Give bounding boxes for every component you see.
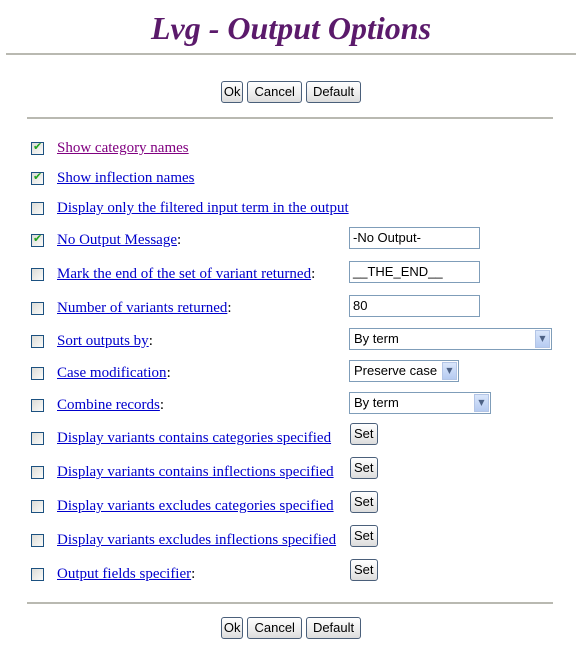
contains-inflections-link[interactable]: Display variants contains inflections sp…: [57, 464, 334, 480]
combine-records-value: By term: [354, 395, 399, 410]
case-modification-select[interactable]: Preserve case ▼: [349, 360, 459, 382]
excludes-inflections-link[interactable]: Display variants excludes inflections sp…: [57, 532, 336, 548]
contains-inflections-checkbox[interactable]: [31, 466, 44, 479]
option-combine-records: Combine records: By term ▼: [0, 392, 582, 418]
contains-categories-set-button[interactable]: Set: [350, 423, 378, 445]
case-modification-value: Preserve case: [354, 363, 438, 378]
option-show-inflection-names: ✔ Show inflection names: [0, 167, 582, 191]
label-colon: :: [166, 365, 171, 381]
check-icon: ✔: [33, 170, 43, 183]
chevron-down-icon[interactable]: ▼: [535, 330, 550, 348]
label-colon: :: [159, 397, 165, 413]
mark-end-checkbox[interactable]: [31, 268, 44, 281]
show-category-names-link[interactable]: Show category names: [57, 140, 189, 156]
number-of-variants-checkbox[interactable]: [31, 302, 44, 315]
mark-end-input[interactable]: __THE_END__: [349, 261, 480, 283]
label-colon: :: [148, 333, 153, 349]
label-colon: :: [227, 300, 232, 316]
combine-records-select[interactable]: By term ▼: [349, 392, 491, 414]
number-of-variants-input[interactable]: 80: [349, 295, 480, 317]
output-fields-set-button[interactable]: Set: [350, 559, 378, 581]
sort-outputs-value: By term: [354, 331, 399, 346]
cancel-button[interactable]: Cancel: [247, 617, 302, 639]
button-row-top: Ok Cancel Default: [0, 81, 582, 103]
option-excludes-inflections: Display variants excludes inflections sp…: [0, 525, 582, 553]
divider-bottom: [27, 602, 553, 604]
excludes-categories-link[interactable]: Display variants excludes categories spe…: [57, 498, 334, 514]
option-case-modification: Case modification: Preserve case ▼: [0, 360, 582, 386]
number-of-variants-link[interactable]: Number of variants returned: [57, 300, 227, 316]
output-fields-link[interactable]: Output fields specifier: [57, 566, 191, 582]
option-show-category-names: ✔ Show category names: [0, 137, 582, 161]
divider-middle: [27, 117, 553, 119]
ok-button[interactable]: Ok: [220, 617, 244, 639]
label-colon: :: [177, 232, 182, 248]
default-button[interactable]: Default: [305, 81, 362, 103]
show-inflection-names-link[interactable]: Show inflection names: [57, 170, 194, 186]
option-sort-outputs: Sort outputs by: By term ▼: [0, 328, 582, 354]
label-colon: :: [191, 566, 196, 582]
show-inflection-names-checkbox[interactable]: ✔: [31, 170, 44, 185]
case-modification-link[interactable]: Case modification: [57, 365, 167, 381]
sort-outputs-checkbox[interactable]: [31, 335, 44, 348]
ok-button[interactable]: Ok: [220, 81, 244, 103]
excludes-inflections-set-button[interactable]: Set: [350, 525, 378, 547]
show-category-names-checkbox[interactable]: ✔: [31, 140, 44, 155]
default-button[interactable]: Default: [305, 617, 362, 639]
option-number-of-variants: Number of variants returned: 80: [0, 295, 582, 321]
filtered-input-term-checkbox[interactable]: [31, 202, 44, 215]
sort-outputs-link[interactable]: Sort outputs by: [57, 333, 149, 349]
page-title: Lvg - Output Options: [150, 10, 432, 46]
combine-records-link[interactable]: Combine records: [57, 397, 160, 413]
sort-outputs-select[interactable]: By term ▼: [349, 328, 552, 350]
option-mark-end: Mark the end of the set of variant retur…: [0, 261, 582, 287]
option-no-output-message: ✔ No Output Message: -No Output-: [0, 227, 582, 253]
no-output-message-link[interactable]: No Output Message: [57, 232, 177, 248]
contains-categories-checkbox[interactable]: [31, 432, 44, 445]
no-output-message-input[interactable]: -No Output-: [349, 227, 480, 249]
chevron-down-icon[interactable]: ▼: [442, 362, 457, 380]
no-output-message-checkbox[interactable]: ✔: [31, 232, 44, 247]
option-filtered-input-term: Display only the filtered input term in …: [0, 197, 582, 221]
output-fields-checkbox[interactable]: [31, 568, 44, 581]
excludes-categories-set-button[interactable]: Set: [350, 491, 378, 513]
label-colon: :: [311, 266, 316, 282]
button-row-bottom: Ok Cancel Default: [0, 617, 582, 639]
chevron-down-icon[interactable]: ▼: [474, 394, 489, 412]
option-excludes-categories: Display variants excludes categories spe…: [0, 491, 582, 519]
combine-records-checkbox[interactable]: [31, 399, 44, 412]
excludes-categories-checkbox[interactable]: [31, 500, 44, 513]
contains-categories-link[interactable]: Display variants contains categories spe…: [57, 430, 331, 446]
contains-inflections-set-button[interactable]: Set: [350, 457, 378, 479]
cancel-button[interactable]: Cancel: [247, 81, 302, 103]
divider-top: [6, 53, 576, 55]
case-modification-checkbox[interactable]: [31, 367, 44, 380]
check-icon: ✔: [33, 232, 43, 245]
filtered-input-term-link[interactable]: Display only the filtered input term in …: [57, 200, 349, 216]
check-icon: ✔: [33, 140, 43, 153]
option-contains-inflections: Display variants contains inflections sp…: [0, 457, 582, 485]
option-contains-categories: Display variants contains categories spe…: [0, 423, 582, 451]
mark-end-link[interactable]: Mark the end of the set of variant retur…: [57, 266, 311, 282]
option-output-fields: Output fields specifier: Set: [0, 559, 582, 587]
excludes-inflections-checkbox[interactable]: [31, 534, 44, 547]
